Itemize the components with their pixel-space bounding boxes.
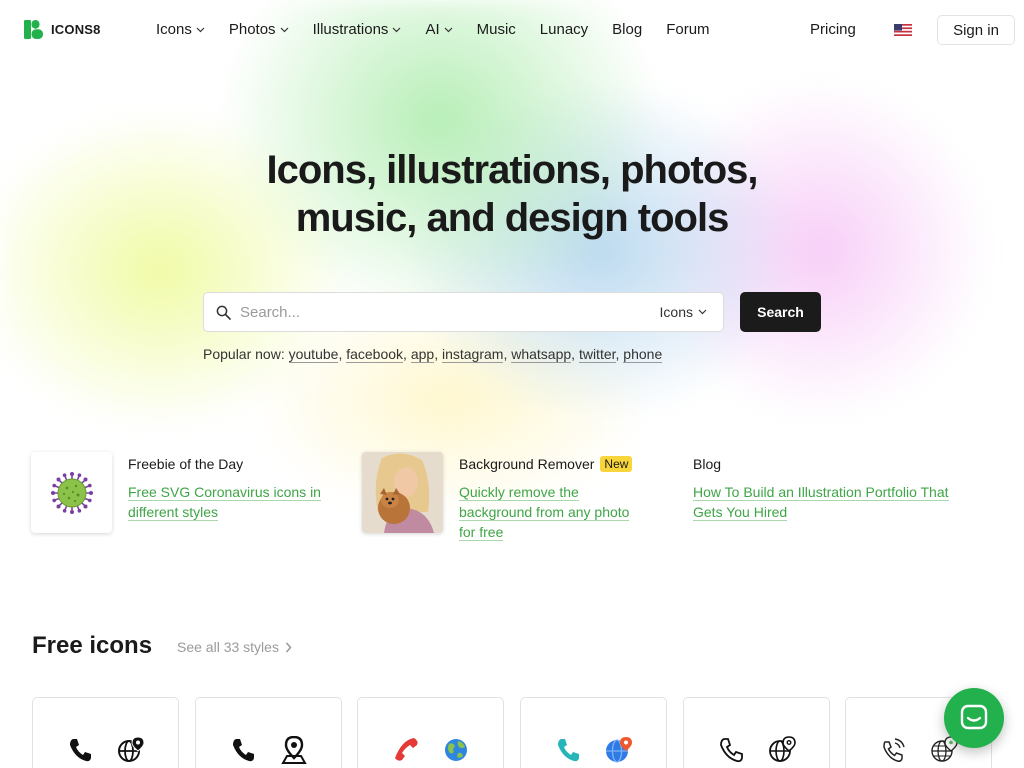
search-icon	[216, 305, 231, 320]
nav-music[interactable]: Music	[477, 21, 516, 38]
teal-phone-icon	[557, 739, 579, 762]
map-pin-icon	[280, 736, 307, 764]
nav-blog[interactable]: Blog	[612, 21, 642, 38]
nav-ai[interactable]: AI	[425, 21, 453, 38]
link-line: Quickly remove the	[459, 484, 579, 501]
globe-pin-icon	[117, 736, 145, 762]
nav-forum[interactable]: Forum	[666, 21, 709, 38]
icons8-logo-icon	[24, 20, 43, 39]
feature-title-text: Background Remover	[459, 456, 595, 472]
freebie-link[interactable]: Free SVG Coronavirus icons in different …	[128, 482, 343, 522]
earth-globe-icon	[444, 739, 467, 761]
popular-link-youtube[interactable]: youtube	[288, 346, 339, 363]
search-button[interactable]: Search	[740, 292, 821, 332]
phone-outline-icon	[719, 738, 743, 763]
chat-button[interactable]	[944, 688, 1004, 748]
search-bar: Icons	[203, 292, 724, 332]
search-input[interactable]	[240, 294, 640, 330]
woman-with-dog-photo	[362, 452, 443, 533]
nav-illustrations[interactable]: Illustrations	[313, 21, 402, 38]
popular-label: Popular now:	[203, 346, 285, 362]
popular-link-app[interactable]: app	[410, 346, 435, 363]
nav-lunacy[interactable]: Lunacy	[540, 21, 588, 38]
nav-label: Illustrations	[312, 21, 389, 38]
feature-title: Blog	[693, 456, 721, 472]
popular-link-instagram[interactable]: instagram	[441, 346, 504, 363]
hero-title-line: music, and design tools	[295, 196, 730, 240]
nav-icons[interactable]: Icons	[156, 21, 205, 38]
search-type-dropdown[interactable]: Icons	[660, 304, 707, 320]
chevron-down-icon	[444, 27, 453, 32]
nav-label: Photos	[228, 21, 276, 38]
feature-title-text: Blog	[693, 456, 722, 472]
new-badge: New	[600, 456, 633, 472]
icon-style-card[interactable]	[357, 697, 504, 768]
popular-searches: Popular now: youtube, facebook, app, ins…	[203, 346, 663, 363]
icon-style-card[interactable]	[195, 697, 342, 768]
globe-pin-outline-icon	[768, 736, 796, 762]
see-all-styles-link[interactable]: See all 33 styles	[177, 639, 292, 655]
free-icons-title: Free icons	[32, 632, 153, 659]
pricing-link[interactable]: Pricing	[810, 21, 856, 38]
ringing-phone-icon	[882, 738, 905, 762]
background-remover-link[interactable]: Quickly remove the background from any p…	[459, 482, 659, 542]
link-line: Free SVG Coronavirus icons in	[128, 484, 321, 501]
chevron-right-icon	[285, 641, 292, 653]
chevron-down-icon	[196, 27, 205, 32]
chevron-down-icon	[698, 309, 707, 315]
icon-style-card[interactable]	[683, 697, 830, 768]
blue-globe-pin-icon	[605, 737, 632, 763]
coronavirus-icon	[50, 471, 93, 514]
chat-icon	[960, 704, 988, 730]
see-all-label: See all 33 styles	[177, 639, 279, 655]
icon-style-card[interactable]	[32, 697, 179, 768]
nav-photos[interactable]: Photos	[229, 21, 289, 38]
logo[interactable]: ICONS8	[24, 20, 101, 39]
link-line: How To Build an Illustration Portfolio T…	[693, 484, 949, 501]
us-flag-icon[interactable]	[894, 24, 912, 36]
feature-title-text: Freebie of the Day	[128, 456, 244, 472]
background-remover-thumbnail[interactable]	[362, 452, 443, 533]
logo-text: ICONS8	[51, 22, 101, 37]
chevron-down-icon	[393, 27, 401, 32]
nav-label: Icons	[156, 21, 192, 38]
link-line: for free	[459, 524, 504, 541]
popular-link-phone[interactable]: phone	[623, 346, 663, 363]
sign-in-button[interactable]: Sign in	[937, 15, 1015, 45]
chevron-down-icon	[280, 27, 288, 32]
nav-label: Forum	[666, 21, 710, 38]
hero-title: Icons, illustrations, photos, music, and…	[0, 146, 1024, 242]
popular-link-facebook[interactable]: facebook	[346, 346, 404, 363]
blog-link[interactable]: How To Build an Illustration Portfolio T…	[693, 482, 993, 522]
link-line: different styles	[128, 504, 219, 521]
nav-label: Lunacy	[539, 21, 589, 38]
phone-icon	[69, 739, 91, 762]
popular-link-twitter[interactable]: twitter	[578, 346, 616, 363]
phone-icon	[232, 739, 254, 762]
icon-style-card[interactable]	[520, 697, 667, 768]
feature-title: Background Remover New	[459, 456, 633, 472]
link-line: Gets You Hired	[693, 504, 788, 521]
nav-label: Music	[476, 21, 516, 38]
hero-title-line: Icons, illustrations, photos,	[266, 148, 758, 192]
feature-title: Freebie of the Day	[128, 456, 243, 472]
nav-label: Blog	[612, 21, 643, 38]
nav-label: AI	[425, 21, 440, 38]
search-type-label: Icons	[659, 304, 693, 320]
freebie-thumbnail[interactable]	[31, 452, 112, 533]
link-line: background from any photo	[459, 504, 630, 521]
red-phone-icon	[394, 738, 418, 761]
main-nav: Icons Photos Illustrations AI Music Luna…	[156, 21, 710, 38]
popular-link-whatsapp[interactable]: whatsapp	[511, 346, 572, 363]
top-header: ICONS8 Icons Photos Illustrations AI Mus…	[0, 0, 1024, 60]
